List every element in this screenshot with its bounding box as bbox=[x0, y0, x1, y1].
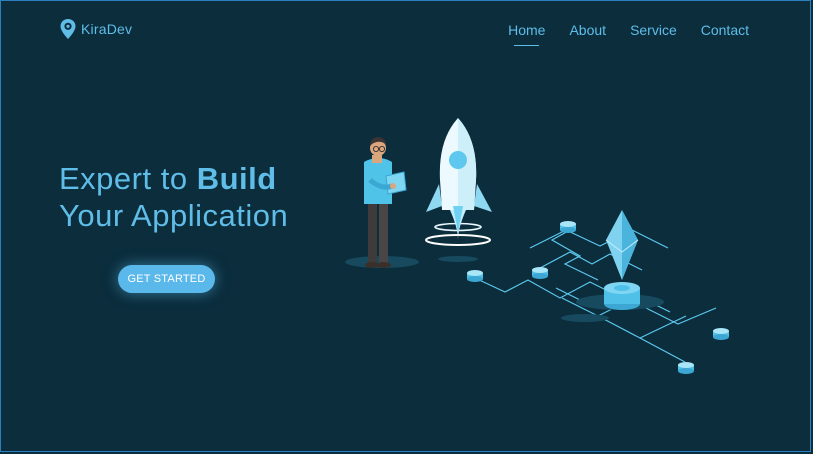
hero-illustration bbox=[345, 118, 729, 374]
map-pin-icon bbox=[60, 19, 76, 39]
node bbox=[467, 270, 483, 282]
hero-line-1: Expert to Build bbox=[59, 160, 288, 197]
node bbox=[560, 221, 576, 233]
hero-heading: Expert to Build Your Application bbox=[59, 160, 288, 234]
nav-service[interactable]: Service bbox=[630, 22, 677, 38]
nav-about[interactable]: About bbox=[569, 22, 606, 38]
node bbox=[713, 328, 729, 340]
hero-line-1-light: Expert to bbox=[59, 161, 197, 196]
hero-line-1-strong: Build bbox=[196, 161, 277, 196]
brand-name: KiraDev bbox=[81, 21, 133, 37]
main-nav: Home About Service Contact bbox=[484, 22, 749, 46]
node bbox=[678, 362, 694, 374]
nav-contact[interactable]: Contact bbox=[701, 22, 749, 38]
crystal bbox=[605, 210, 639, 280]
rocket bbox=[425, 118, 492, 262]
platform-shadow bbox=[561, 314, 609, 322]
person-figure bbox=[364, 137, 407, 268]
brand-logo[interactable]: KiraDev bbox=[59, 18, 132, 40]
get-started-button[interactable]: GET STARTED bbox=[118, 265, 215, 293]
node bbox=[532, 267, 548, 279]
hero-line-2: Your Application bbox=[59, 198, 289, 233]
central-disc bbox=[604, 282, 640, 310]
rocket-shadow bbox=[438, 256, 478, 262]
nav-home[interactable]: Home bbox=[508, 22, 545, 46]
